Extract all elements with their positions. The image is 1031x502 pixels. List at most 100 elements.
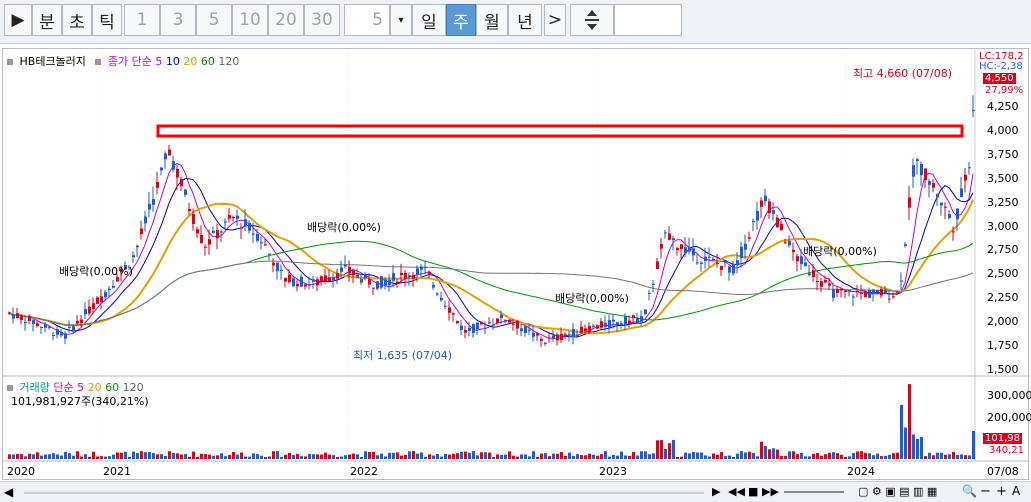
candle-body [236, 215, 239, 219]
chevron-right-icon[interactable]: > [544, 4, 566, 36]
period-30-button[interactable]: 30 [304, 4, 340, 36]
play-icon[interactable]: ▶ [4, 4, 32, 36]
stop-icon[interactable]: ■ [748, 485, 758, 498]
volume-bar [24, 456, 27, 459]
volume-bar [872, 455, 875, 459]
volume-bar [648, 454, 651, 459]
candle-body [484, 327, 487, 329]
volume-bar [264, 456, 267, 459]
candle-body [456, 321, 459, 324]
scroll-left-icon[interactable]: ◀ [4, 485, 13, 499]
period-input[interactable]: 5 [344, 4, 390, 36]
volume-bar [436, 454, 439, 459]
y-tick-label: 1,500 [987, 363, 1019, 376]
candle-body [884, 289, 887, 295]
candle-body [568, 334, 571, 336]
volume-bar [580, 455, 583, 459]
code-input-box[interactable] [614, 4, 682, 36]
minus-icon[interactable]: − [980, 484, 991, 499]
minute-button[interactable]: 분 [32, 4, 62, 36]
volume-bar [784, 455, 787, 459]
y-tick-label: 3,000 [987, 219, 1019, 233]
period-1-button[interactable]: 1 [124, 4, 160, 36]
volume-bar [232, 452, 235, 459]
play-back-icon[interactable]: ◀◀ [728, 485, 745, 498]
volume-bar [76, 451, 79, 459]
bottom-control-bar: ◀ ▶ ◀◀ ■ ▶▶ ▢ ⚙ ▣ ▤ ▥ ▦ 🔍 − + A [0, 481, 1031, 502]
ma-5-label: 5 [155, 55, 163, 68]
month-button[interactable]: 월 [476, 4, 508, 36]
candle-body [916, 159, 919, 162]
volume-bar [464, 451, 467, 459]
candle-body [228, 215, 231, 219]
candle-body [600, 321, 603, 328]
candle-body [296, 284, 299, 287]
volume-bar [272, 451, 275, 459]
tick-button[interactable]: 틱 [92, 4, 122, 36]
volume-bar [96, 456, 99, 459]
candle-body [364, 274, 367, 279]
y-tick-label: 4,250 [987, 100, 1019, 113]
candle-body [432, 284, 435, 288]
volume-bar [184, 454, 187, 459]
settings-icons[interactable]: ▢ ⚙ ▣ ▤ ▥ ▦ [858, 485, 937, 498]
candle-body [460, 325, 463, 330]
candle-body [376, 281, 379, 289]
scrollbar-track[interactable] [24, 492, 704, 494]
period-5-button[interactable]: 5 [196, 4, 232, 36]
volume-bar [16, 454, 19, 459]
volume-bar [476, 455, 479, 459]
volume-bar [484, 452, 487, 459]
volume-bar [640, 451, 643, 459]
ma-120-label: 120 [218, 55, 240, 68]
week-button[interactable]: 주 [446, 4, 476, 36]
volume-bar [964, 455, 967, 459]
year-button[interactable]: 년 [508, 4, 542, 36]
high-label: 최고 4,660 (07/08) [853, 67, 953, 80]
price-volume-chart[interactable] [3, 49, 1030, 481]
volume-bar [568, 452, 571, 459]
volume-bar [576, 454, 579, 459]
volume-bar [652, 453, 655, 459]
caret-down-icon[interactable]: ▾ [390, 4, 412, 36]
volume-bar [840, 454, 843, 459]
candle-body [476, 322, 479, 330]
volume-bar [812, 453, 815, 459]
scroll-right-icon[interactable]: ▶ [712, 485, 720, 498]
candle-body [156, 182, 159, 188]
period-20-button[interactable]: 20 [268, 4, 304, 36]
day-button[interactable]: 일 [412, 4, 446, 36]
period-10-button[interactable]: 10 [232, 4, 268, 36]
volume-bar [488, 452, 491, 459]
volume-bar [200, 453, 203, 459]
volume-bar [680, 456, 683, 459]
volume-bar [808, 456, 811, 459]
volume-bar [704, 455, 707, 459]
play-forward-icon[interactable]: ▶▶ [762, 485, 779, 498]
chart-area[interactable]: HB테크놀러지 종가 단순 5 10 20 60 120 LC:178,2 HC… [2, 48, 1031, 481]
volume-bar [32, 454, 35, 459]
volume-bar [56, 454, 59, 459]
vertical-adjust-icon[interactable] [570, 4, 614, 36]
candle-body [100, 296, 103, 302]
candle-body [808, 273, 811, 276]
volume-bar [876, 453, 879, 459]
candle-body [932, 183, 935, 188]
zoom-slider[interactable] [784, 491, 844, 493]
volume-bar [196, 456, 199, 459]
volume-bar [796, 454, 799, 459]
volume-bar [44, 454, 47, 459]
font-size-icon[interactable]: A [1012, 484, 1020, 498]
second-button[interactable]: 초 [62, 4, 92, 36]
volume-bar [344, 455, 347, 459]
volume-bar [164, 455, 167, 459]
candle-body [912, 165, 915, 177]
candle-body [372, 287, 375, 289]
period-3-button[interactable]: 3 [160, 4, 196, 36]
zoom-icon[interactable]: 🔍 [962, 484, 977, 498]
candle-body [188, 208, 191, 212]
volume-bar [960, 454, 963, 459]
candle-body [812, 270, 815, 277]
volume-bar [556, 453, 559, 459]
plus-icon[interactable]: + [996, 484, 1007, 499]
